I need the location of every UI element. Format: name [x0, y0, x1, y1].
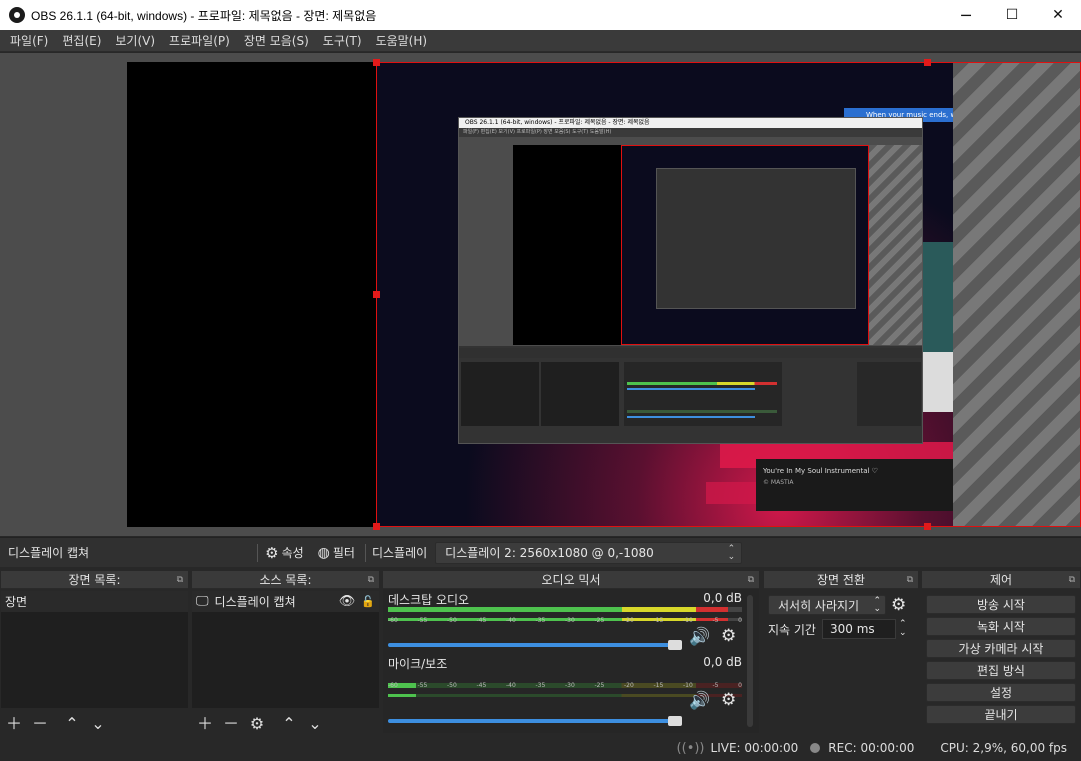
visibility-eye-icon[interactable]: 👁 [339, 594, 356, 609]
sources-header: 소스 목록: ⧉ [192, 571, 379, 589]
duration-input[interactable]: 300 ms [821, 619, 896, 639]
undock-icon[interactable]: ⧉ [1069, 571, 1075, 589]
obs-logo-icon [9, 7, 25, 23]
filter-icon: ◍ [317, 544, 330, 561]
canvas-background [127, 62, 376, 527]
resize-handle[interactable] [373, 523, 380, 530]
exit-button[interactable]: 끝내기 [926, 705, 1076, 724]
volume-meter [388, 607, 742, 612]
settings-button[interactable]: 설정 [926, 683, 1076, 702]
menu-help[interactable]: 도움말(H) [369, 32, 435, 49]
window-title: OBS 26.1.1 (64-bit, windows) - 프로파일: 제목없… [31, 8, 377, 23]
source-toolbar: 디스플레이 캡쳐 ⚙ 속성 ◍ 필터 디스플레이 디스플레이 2: 2560x1… [0, 537, 1081, 567]
resize-handle[interactable] [373, 59, 380, 66]
close-button[interactable]: ✕ [1035, 0, 1081, 30]
source-toolbar-bottom: ＋－ ⚙ ⌃ ⌄ [192, 708, 379, 734]
sources-dock: 소스 목록: ⧉ 🖵 디스플레이 캡쳐 👁 🔓 ＋－ ⚙ ⌃ ⌄ [192, 571, 379, 735]
remove-scene-button[interactable]: － [27, 710, 53, 734]
gear-icon[interactable]: ⚙ [721, 626, 736, 646]
cpu-status: CPU: 2,9%, 60,00 fps [940, 741, 1067, 755]
move-down-button[interactable]: ⌄ [302, 714, 328, 733]
menu-profile[interactable]: 프로파일(P) [162, 32, 237, 49]
audio-mixer-dock: 오디오 믹서 ⧉ 데스크탑 오디오 0,0 dB -60 -55 -50 -45 -40-… [383, 571, 759, 735]
duration-label: 지속 기간 [768, 622, 816, 637]
broadcast-icon: ((•)) [676, 740, 705, 756]
nested-obs-window: OBS 26.1.1 (64-bit, windows) - 프로파일: 제목없… [458, 117, 923, 444]
menu-bar: 파일(F) 편집(E) 보기(V) 프로파일(P) 장면 모음(S) 도구(T)… [0, 30, 1081, 52]
minimize-button[interactable]: ─ [943, 0, 989, 30]
meter-scale: -60 -55 -50 -45 -40 -35 -30 -25 -20 -15 -10 -5 0 [388, 682, 742, 689]
speaker-icon[interactable]: 🔊 [689, 627, 710, 647]
start-streaming-button[interactable]: 방송 시작 [926, 595, 1076, 614]
nested-preview [459, 137, 922, 346]
duration-spinner[interactable]: ⌃ ⌄ [899, 620, 907, 638]
move-up-button[interactable]: ⌃ [276, 714, 302, 733]
mixer-header: 오디오 믹서 ⧉ [383, 571, 759, 589]
maximize-button[interactable]: ☐ [989, 0, 1035, 30]
channel-desktop-audio: 데스크탑 오디오 0,0 dB [388, 591, 742, 607]
transition-select[interactable]: 서서히 사라지기 ⌃ ⌄ [768, 595, 886, 615]
updown-icon: ⌃ ⌄ [727, 543, 736, 562]
menu-view[interactable]: 보기(V) [108, 32, 162, 49]
mixer-scrollbar[interactable] [747, 595, 753, 727]
status-bar: ((•)) LIVE: 00:00:00 REC: 00:00:00 CPU: … [0, 735, 1081, 761]
channel-mic-aux: 마이크/보조 0,0 dB [388, 655, 742, 671]
meter-scale: -60 -55 -50 -45 -40 -35 -30 -25 -20 -15 -10 -5 0 [388, 617, 742, 624]
controls-header: 제어 ⧉ [922, 571, 1080, 589]
source-list[interactable]: 🖵 디스플레이 캡쳐 👁 🔓 [192, 591, 379, 708]
remove-source-button[interactable]: － [218, 710, 244, 734]
scene-item[interactable]: 장면 [1, 591, 188, 612]
studio-mode-button[interactable]: 편집 방식 [926, 661, 1076, 680]
start-recording-button[interactable]: 녹화 시작 [926, 617, 1076, 636]
live-status: LIVE: 00:00:00 [710, 741, 799, 755]
display-select[interactable]: 디스플레이 2: 2560x1080 @ 0,-1080 ⌃ ⌄ [435, 541, 743, 564]
resize-handle[interactable] [373, 291, 380, 298]
slider-handle[interactable] [668, 640, 682, 650]
slider-handle[interactable] [668, 716, 682, 726]
properties-button[interactable]: ⚙ 속성 [265, 544, 304, 562]
lock-icon[interactable]: 🔓 [361, 595, 375, 608]
undock-icon[interactable]: ⧉ [907, 571, 913, 589]
undock-icon[interactable]: ⧉ [177, 571, 183, 589]
menu-tools[interactable]: 도구(T) [316, 32, 369, 49]
resize-handle[interactable] [924, 523, 931, 530]
add-source-button[interactable]: ＋ [192, 710, 218, 734]
transition-properties-gear-icon[interactable]: ⚙ [891, 595, 906, 615]
scene-toolbar: ＋－ ⌃ ⌄ [1, 708, 188, 734]
gear-icon[interactable]: ⚙ [721, 690, 736, 710]
move-up-button[interactable]: ⌃ [59, 714, 85, 733]
nested-menu-bar: 파일(F) 편집(E) 보기(V) 프로파일(P) 장면 모음(S) 도구(T)… [459, 128, 922, 137]
menu-scene-collection[interactable]: 장면 모음(S) [237, 32, 316, 49]
transitions-dock: 장면 전환 ⧉ 서서히 사라지기 ⌃ ⌄ ⚙ 지속 기간 300 ms ⌃ ⌄ [764, 571, 918, 735]
mixer-channels: 데스크탑 오디오 0,0 dB -60 -55 -50 -45 -40 -35 -30 -25… [383, 589, 759, 733]
gear-icon: ⚙ [265, 543, 279, 562]
scene-list[interactable]: 장면 [1, 591, 188, 708]
volume-slider[interactable] [388, 640, 682, 650]
speaker-icon[interactable]: 🔊 [689, 691, 710, 711]
updown-icon: ⌃ ⌄ [873, 596, 881, 614]
resize-handle[interactable] [924, 59, 931, 66]
undock-icon[interactable]: ⧉ [368, 571, 374, 589]
filters-button[interactable]: ◍ 필터 [318, 544, 355, 561]
undock-icon[interactable]: ⧉ [748, 571, 754, 589]
transitions-header: 장면 전환 ⧉ [764, 571, 918, 589]
volume-slider[interactable] [388, 716, 682, 726]
title-bar: OBS 26.1.1 (64-bit, windows) - 프로파일: 제목없… [0, 0, 1081, 30]
source-item[interactable]: 🖵 디스플레이 캡쳐 👁 🔓 [192, 591, 379, 612]
monitor-icon: 🖵 [196, 594, 209, 609]
record-dot-icon [810, 743, 821, 753]
nested-window-title: OBS 26.1.1 (64-bit, windows) - 프로파일: 제목없… [459, 118, 922, 128]
scenes-dock: 장면 목록: ⧉ 장면 ＋－ ⌃ ⌄ [1, 571, 188, 735]
display-label: 디스플레이 [371, 546, 428, 560]
rec-status: REC: 00:00:00 [828, 741, 915, 755]
menu-file[interactable]: 파일(F) [3, 32, 55, 49]
move-down-button[interactable]: ⌄ [85, 714, 111, 733]
scenes-header: 장면 목록: ⧉ [1, 571, 188, 589]
selected-source-name: 디스플레이 캡쳐 [8, 546, 90, 560]
menu-edit[interactable]: 편집(E) [55, 32, 108, 49]
source-properties-button[interactable]: ⚙ [244, 714, 270, 733]
add-scene-button[interactable]: ＋ [1, 710, 27, 734]
start-virtual-camera-button[interactable]: 가상 카메라 시작 [926, 639, 1076, 658]
